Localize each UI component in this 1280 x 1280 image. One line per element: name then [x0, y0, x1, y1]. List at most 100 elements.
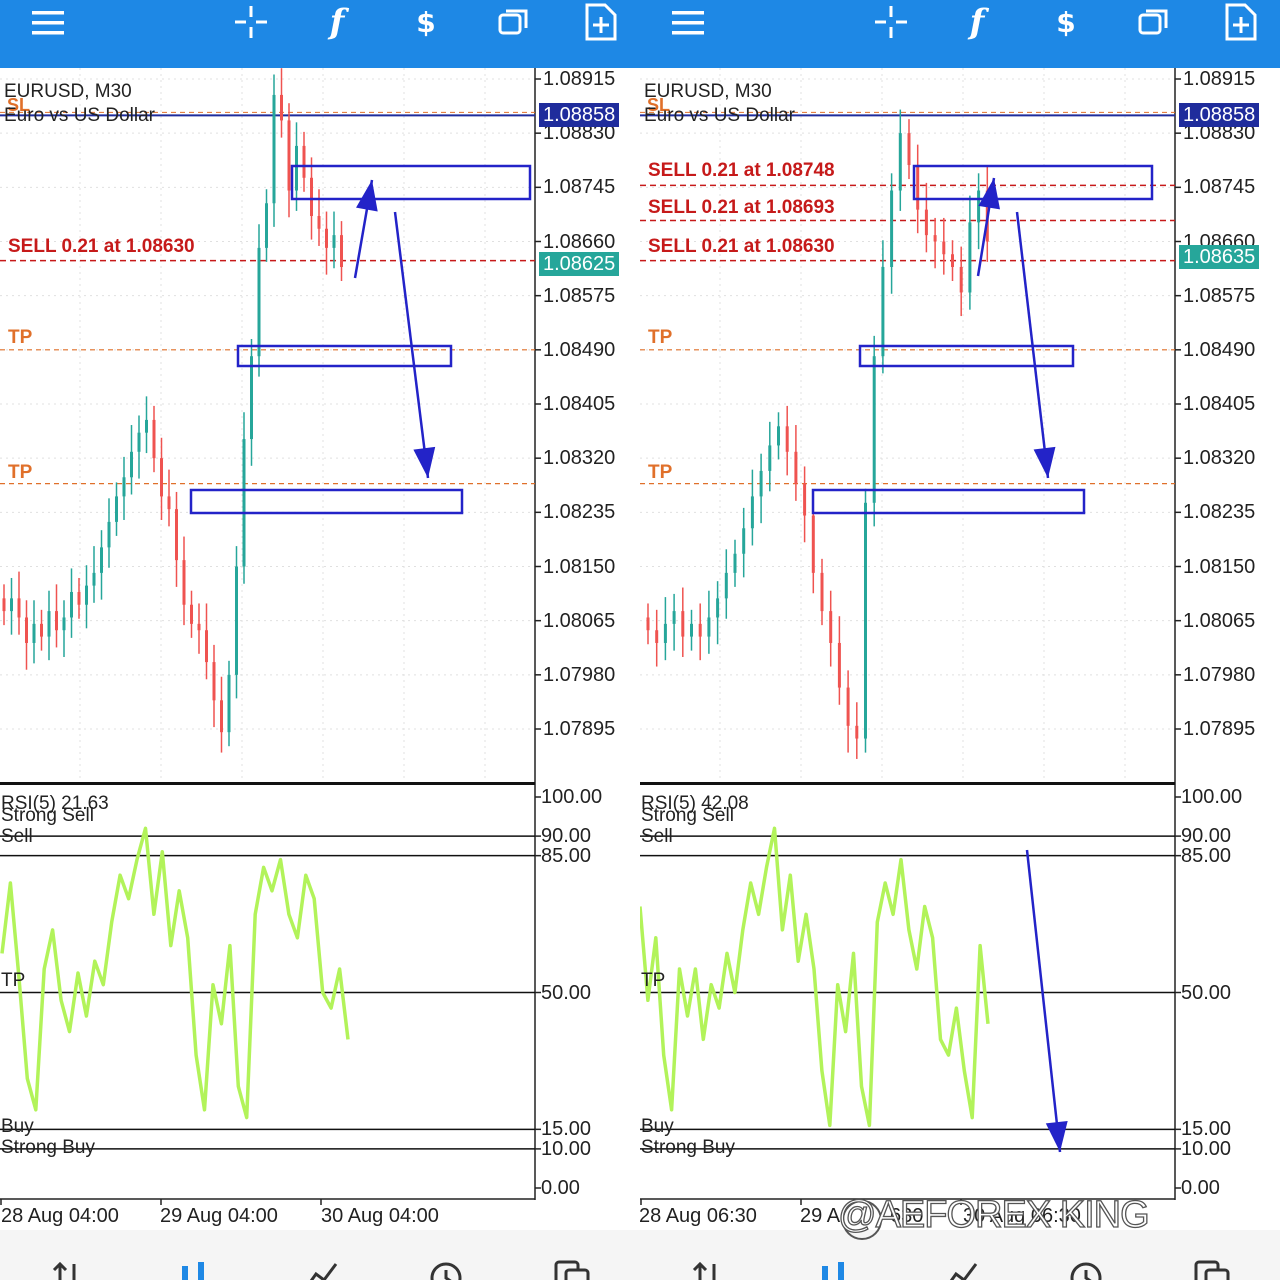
trade-icon[interactable]: $ [1038, 0, 1094, 44]
candle-body [968, 222, 972, 293]
rsi-strong-buy-label: Strong Buy [1, 1137, 95, 1158]
crosshair-icon[interactable] [223, 0, 279, 44]
price-axis-label: 1.07980 [543, 663, 616, 686]
candle-body [759, 470, 763, 497]
candle-body [40, 623, 43, 637]
annotation-box[interactable] [236, 344, 453, 368]
candle-body [257, 247, 261, 357]
candle-body [220, 700, 223, 733]
price-axis-label: 1.08575 [543, 284, 616, 307]
indicators-icon[interactable]: f [309, 0, 365, 44]
ask-price-tag: 1.08858 [539, 103, 620, 128]
rsi-axis-label: 15.00 [541, 1118, 592, 1141]
price-axis-label: 1.08065 [1183, 609, 1256, 632]
trade-icon[interactable] [942, 1258, 982, 1280]
tp-label: TP [648, 327, 673, 348]
rsi-axis-label: 10.00 [541, 1137, 592, 1160]
annotation-box[interactable] [858, 344, 1075, 368]
candle-body [690, 623, 693, 637]
price-axis-label: 1.07895 [1183, 718, 1256, 740]
window-separator[interactable] [0, 782, 535, 785]
arrow-head [1045, 1120, 1068, 1152]
candle-body [2, 598, 6, 612]
rsi-axis-label: 0.00 [1181, 1177, 1220, 1199]
candle-body [280, 94, 283, 121]
candle-body [190, 604, 193, 624]
new-order-icon[interactable] [572, 0, 628, 44]
rsi-strong-buy-label: Strong Buy [641, 1137, 735, 1158]
objects-icon[interactable] [1125, 0, 1181, 44]
candle-body [47, 611, 51, 637]
sell-order-label: SELL 0.21 at 1.08630 [648, 236, 835, 257]
price-axis-label: 1.08745 [543, 176, 616, 199]
price-axis-label: 1.08405 [543, 393, 616, 415]
trade-glyph: $ [1056, 5, 1076, 39]
candle-body [235, 566, 238, 675]
history-icon[interactable] [1066, 1258, 1106, 1280]
chart-pane-left[interactable]: f $ EURUSD, M30 SL Euro vs US Dollar SELL 0.2… [0, 0, 640, 1280]
history-icon[interactable] [426, 1258, 466, 1280]
candle-body [55, 611, 58, 631]
price-axis-label: 1.08745 [1183, 176, 1256, 199]
candle-body [951, 254, 954, 267]
candle-body [160, 458, 163, 497]
bid-price-tag: 1.08625 [539, 251, 620, 276]
candle-body [250, 356, 253, 440]
chart-icon[interactable] [174, 1258, 214, 1280]
messages-icon[interactable] [1192, 1258, 1232, 1280]
rsi-axis-label: 90.00 [1181, 825, 1232, 848]
messages-icon[interactable] [552, 1258, 592, 1280]
window-separator[interactable] [640, 782, 1175, 785]
trade-icon[interactable]: $ [398, 0, 454, 44]
tp-label: TP [648, 462, 673, 483]
candle-body [698, 623, 702, 637]
chart-icon[interactable] [814, 1258, 854, 1280]
candle-body [145, 419, 148, 433]
candle-body [17, 598, 21, 618]
candle-body [340, 235, 343, 267]
indicators-icon[interactable]: f [949, 0, 1005, 44]
objects-icon[interactable] [485, 0, 541, 44]
tp-label: TP [8, 462, 33, 483]
candle-body [646, 617, 650, 631]
candle-body [310, 177, 313, 217]
annotation-box[interactable] [811, 488, 1086, 515]
rsi-tp-label: TP [641, 970, 666, 991]
rsi-sell-label: Sell [641, 826, 673, 847]
symbol-description: Euro vs US Dollar [644, 105, 795, 126]
candle-body [77, 591, 81, 605]
quotes-icon[interactable] [688, 1258, 728, 1280]
candle-body [829, 611, 833, 643]
rsi-strong-sell-label: Strong Sell [1, 805, 94, 826]
candle-body [933, 235, 937, 242]
rsi-strong-sell-label: Strong Sell [641, 805, 734, 826]
candle-body [733, 553, 737, 573]
candle-body [742, 528, 746, 554]
annotation-box[interactable] [912, 164, 1154, 201]
candle-body [70, 591, 73, 618]
sell-order-label: SELL 0.21 at 1.08693 [648, 197, 835, 218]
menu-icon[interactable] [660, 0, 716, 44]
annotation-box[interactable] [290, 164, 532, 201]
toolbar: f $ [0, 0, 640, 68]
candle-body [663, 623, 667, 643]
price-axis-label: 1.08660 [543, 230, 616, 253]
rsi-axis-label: 85.00 [541, 844, 592, 867]
candle-body [295, 145, 298, 191]
crosshair-icon[interactable] [863, 0, 919, 44]
candle-body [182, 560, 186, 605]
new-order-icon[interactable] [1212, 0, 1268, 44]
menu-icon[interactable] [20, 0, 76, 44]
candle-body [750, 496, 754, 529]
candle-body [25, 617, 28, 643]
price-axis-label: 1.07895 [543, 718, 616, 740]
quotes-icon[interactable] [48, 1258, 88, 1280]
chart-pane-right[interactable]: f $ EURUSD, M30 SL Euro vs US Dollar SELL 0.2… [640, 0, 1280, 1280]
annotation-box[interactable] [189, 488, 464, 515]
annotation-arrow[interactable] [1025, 849, 1062, 1153]
candle-body [837, 642, 841, 688]
trade-icon[interactable] [302, 1258, 342, 1280]
price-axis-label: 1.07980 [1183, 663, 1256, 686]
candle-body [890, 190, 894, 267]
price-axis-label: 1.08320 [543, 447, 616, 470]
